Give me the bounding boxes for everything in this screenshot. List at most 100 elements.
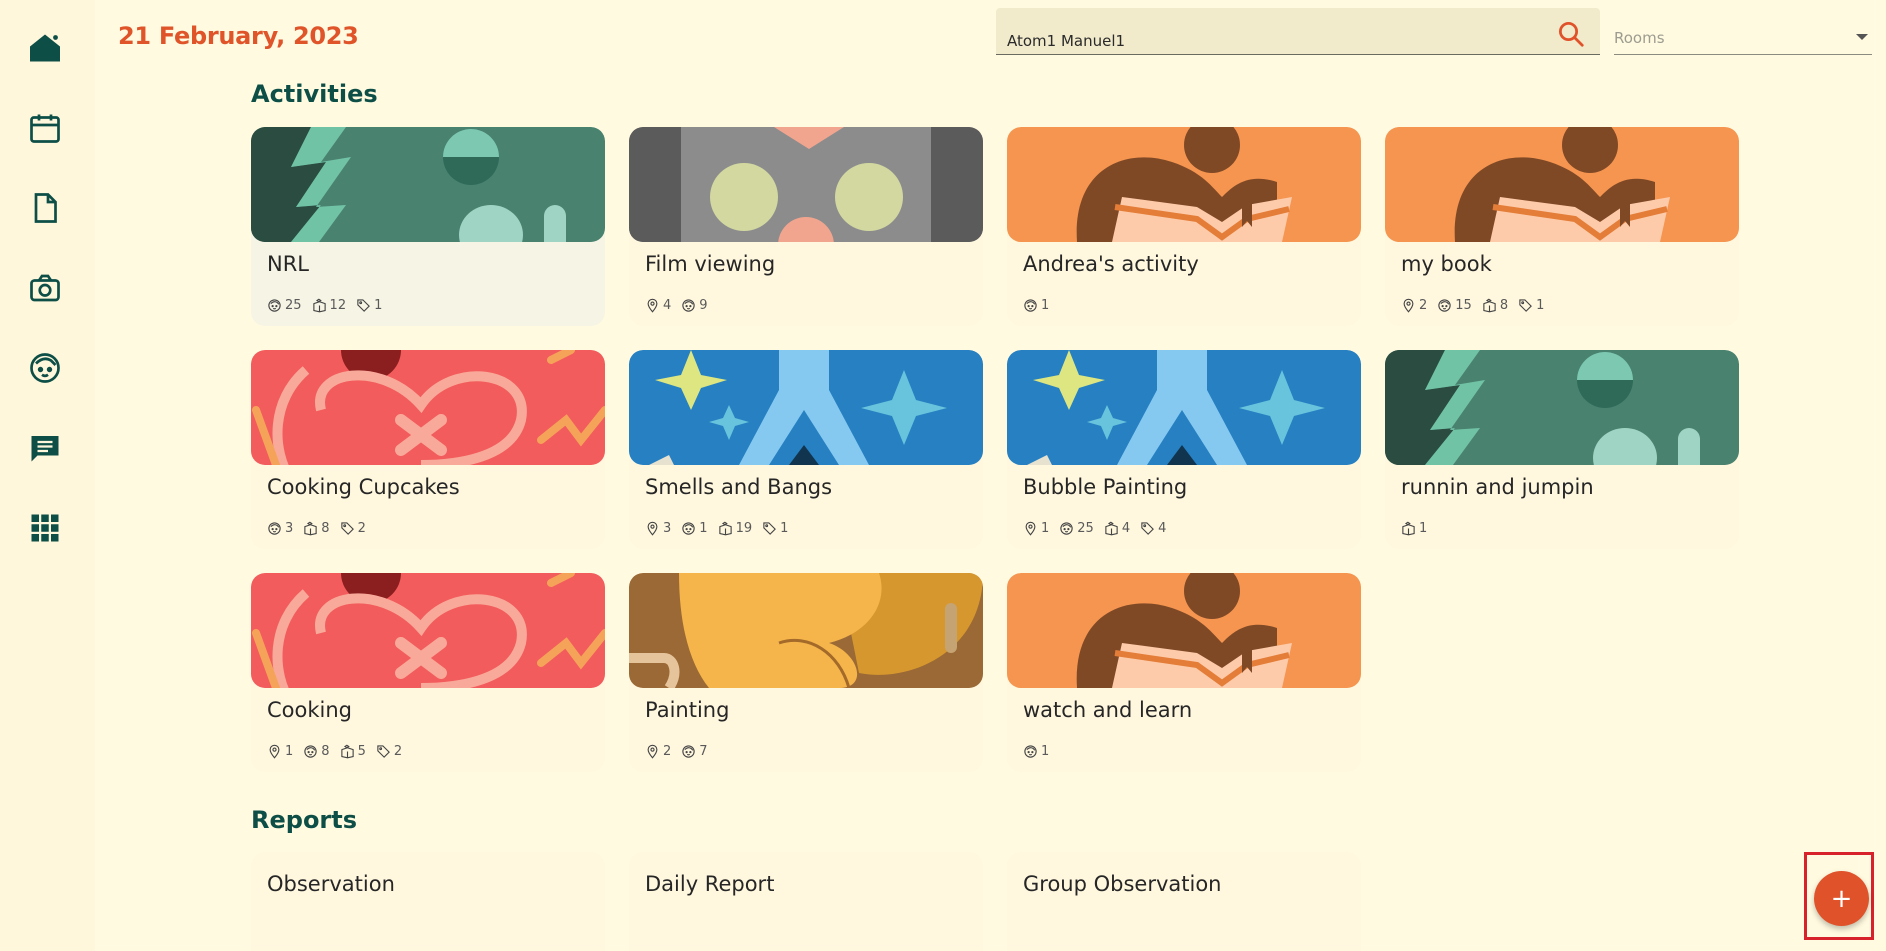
report-card-observation[interactable]: Observation bbox=[251, 852, 605, 951]
activity-title: watch and learn bbox=[1023, 698, 1193, 722]
child-face-icon bbox=[1438, 299, 1451, 312]
document-icon bbox=[34, 193, 57, 223]
tag-icon bbox=[1141, 522, 1155, 535]
child-face-icon bbox=[268, 522, 281, 535]
activity-image bbox=[251, 127, 605, 242]
stat-item: 3 bbox=[645, 521, 671, 536]
activity-box-icon bbox=[1483, 298, 1496, 313]
sidebar-item-messages[interactable] bbox=[24, 427, 66, 469]
stat-item: 12 bbox=[312, 298, 347, 313]
stat-count: 1 bbox=[699, 521, 708, 536]
report-card-daily-report[interactable]: Daily Report bbox=[629, 852, 983, 951]
stat-item: 3 bbox=[267, 521, 293, 536]
activities-heading: Activities bbox=[251, 80, 378, 108]
stat-count: 3 bbox=[663, 521, 672, 536]
child-face-icon bbox=[1024, 745, 1037, 758]
activity-stats: 1 bbox=[1401, 521, 1427, 536]
stat-count: 15 bbox=[1455, 298, 1472, 313]
stat-item: 4 bbox=[645, 298, 671, 313]
stat-item: 1 bbox=[356, 298, 382, 313]
add-button[interactable]: + bbox=[1814, 871, 1869, 926]
activity-box-icon bbox=[1402, 521, 1415, 536]
activity-card[interactable]: watch and learn 1 bbox=[1007, 573, 1361, 772]
activity-card[interactable]: Cooking 1 8 5 2 bbox=[251, 573, 605, 772]
activity-card[interactable]: my book 2 15 8 1 bbox=[1385, 127, 1739, 326]
activity-card[interactable]: Painting 2 7 bbox=[629, 573, 983, 772]
stat-count: 1 bbox=[1041, 744, 1050, 759]
reports-heading: Reports bbox=[251, 806, 358, 834]
sidebar-item-apps[interactable] bbox=[24, 507, 66, 549]
activity-stats: 25 12 1 bbox=[267, 298, 382, 313]
sidebar-item-home[interactable] bbox=[24, 27, 66, 69]
search-icon[interactable] bbox=[1556, 19, 1586, 49]
stat-item: 1 bbox=[681, 521, 708, 536]
location-pin-icon bbox=[647, 521, 658, 536]
rooms-select[interactable]: Rooms bbox=[1614, 18, 1872, 55]
camera-icon bbox=[30, 274, 60, 302]
stat-count: 2 bbox=[663, 744, 672, 759]
stat-item: 1 bbox=[267, 744, 293, 759]
child-face-icon bbox=[682, 299, 695, 312]
activity-card[interactable]: Smells and Bangs 3 1 19 1 bbox=[629, 350, 983, 549]
stat-count: 2 bbox=[1419, 298, 1428, 313]
stat-count: 3 bbox=[285, 521, 294, 536]
activity-stats: 2 15 8 1 bbox=[1401, 298, 1544, 313]
child-face-icon bbox=[1024, 299, 1037, 312]
activity-title: Film viewing bbox=[645, 252, 776, 276]
activity-card[interactable]: Film viewing 4 9 bbox=[629, 127, 983, 326]
stat-count: 4 bbox=[1158, 521, 1167, 536]
activity-card[interactable]: Bubble Painting 1 25 4 4 bbox=[1007, 350, 1361, 549]
stat-count: 1 bbox=[374, 298, 383, 313]
tag-icon bbox=[340, 522, 354, 535]
stat-item: 25 bbox=[1059, 521, 1094, 536]
stat-item: 2 bbox=[645, 744, 671, 759]
activity-image bbox=[629, 350, 983, 465]
stat-item: 1 bbox=[1401, 521, 1427, 536]
sidebar-item-calendar[interactable] bbox=[24, 107, 66, 149]
activity-title: Andrea's activity bbox=[1023, 252, 1199, 276]
activity-title: Smells and Bangs bbox=[645, 475, 833, 499]
stat-count: 2 bbox=[357, 521, 366, 536]
activity-card[interactable]: runnin and jumpin 1 bbox=[1385, 350, 1739, 549]
stat-count: 4 bbox=[663, 298, 672, 313]
location-pin-icon bbox=[1025, 521, 1036, 536]
rooms-placeholder: Rooms bbox=[1614, 29, 1665, 47]
stat-item: 5 bbox=[340, 744, 366, 759]
location-pin-icon bbox=[647, 744, 658, 759]
stat-item: 2 bbox=[1401, 298, 1427, 313]
report-title: Daily Report bbox=[645, 872, 775, 896]
message-icon bbox=[31, 436, 59, 462]
search-field[interactable]: Atom1 Manuel1 bbox=[996, 8, 1600, 55]
stat-count: 25 bbox=[1077, 521, 1094, 536]
stat-count: 8 bbox=[321, 744, 330, 759]
activity-image bbox=[1385, 350, 1739, 465]
location-pin-icon bbox=[269, 744, 280, 759]
child-face-icon bbox=[30, 353, 60, 383]
activity-card[interactable]: NRL 25 12 1 bbox=[251, 127, 605, 326]
activity-stats: 27 bbox=[645, 744, 708, 759]
report-title: Group Observation bbox=[1023, 872, 1222, 896]
activity-image bbox=[1007, 127, 1361, 242]
child-face-icon bbox=[682, 745, 695, 758]
activity-card[interactable]: Cooking Cupcakes 3 8 2 bbox=[251, 350, 605, 549]
current-date: 21 February, 2023 bbox=[118, 22, 359, 50]
stat-item: 7 bbox=[681, 744, 708, 759]
sidebar-item-photos[interactable] bbox=[24, 267, 66, 309]
activity-box-icon bbox=[304, 521, 317, 536]
stat-count: 1 bbox=[1041, 298, 1050, 313]
activity-box-icon bbox=[1105, 521, 1118, 536]
stat-item: 8 bbox=[303, 744, 330, 759]
search-input-value[interactable]: Atom1 Manuel1 bbox=[1007, 32, 1125, 50]
stat-item: 8 bbox=[1482, 298, 1508, 313]
stat-count: 12 bbox=[329, 298, 347, 313]
activity-stats: 1 25 4 4 bbox=[1023, 521, 1166, 536]
stat-count: 7 bbox=[699, 744, 708, 759]
activity-box-icon bbox=[340, 744, 354, 759]
activity-stats: 1852 bbox=[267, 744, 402, 759]
stat-count: 4 bbox=[1121, 521, 1131, 536]
activity-box-icon bbox=[312, 298, 326, 313]
sidebar-item-documents[interactable] bbox=[24, 187, 66, 229]
sidebar-item-children[interactable] bbox=[24, 347, 66, 389]
report-card-group-observation[interactable]: Group Observation bbox=[1007, 852, 1361, 951]
activity-card[interactable]: Andrea's activity 1 bbox=[1007, 127, 1361, 326]
